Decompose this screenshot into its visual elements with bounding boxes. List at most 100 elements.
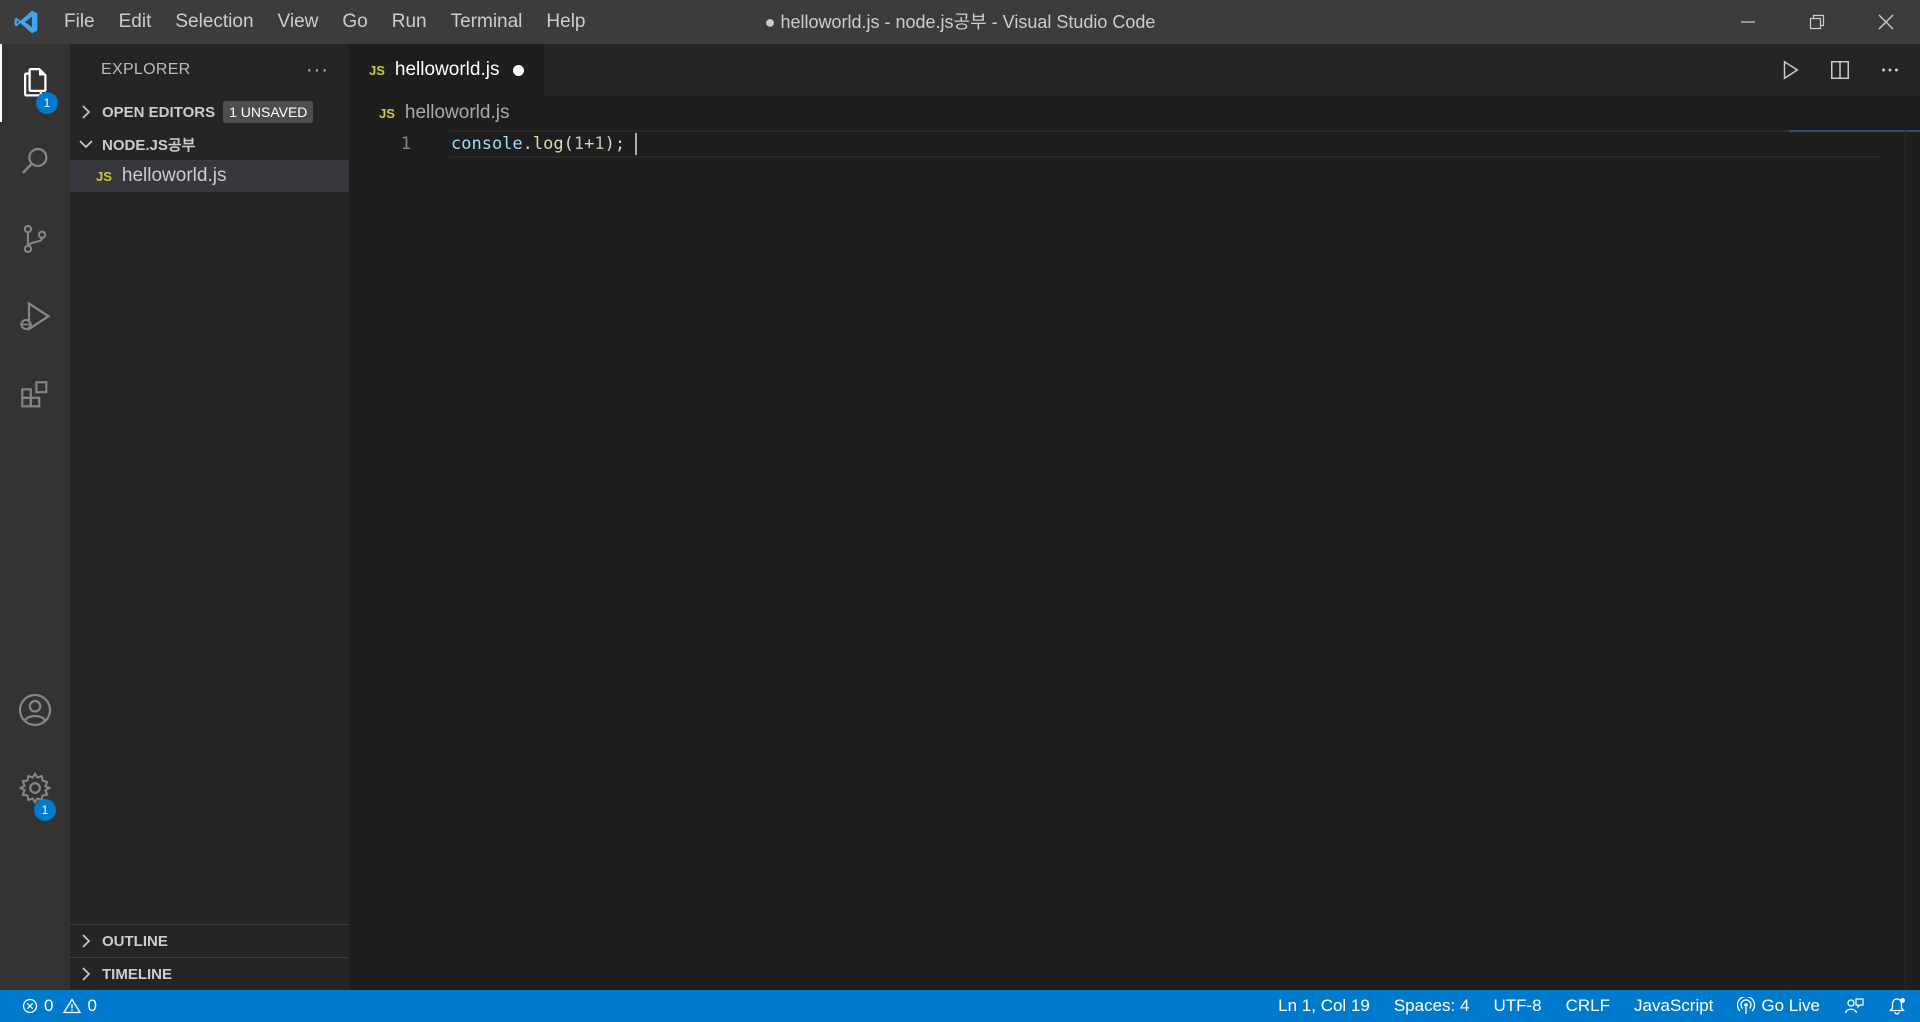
menu-run[interactable]: Run: [380, 0, 439, 44]
notifications-button[interactable]: [1876, 997, 1920, 1015]
split-editor-button[interactable]: [1822, 52, 1858, 88]
file-name: helloworld.js: [121, 165, 227, 186]
open-editors-label: OPEN EDITORS: [102, 103, 216, 121]
minimap-viewport[interactable]: [1789, 130, 1920, 132]
explorer-badge: 1: [36, 92, 58, 114]
text-cursor: [635, 133, 638, 155]
window-controls: [1713, 0, 1920, 44]
broadcast-icon: [1737, 997, 1756, 1014]
menu-view[interactable]: View: [266, 0, 331, 44]
run-button[interactable]: [1772, 52, 1808, 88]
run-debug-icon: [20, 301, 51, 332]
tab-label: helloworld.js: [394, 59, 500, 80]
source-control-icon: [23, 224, 47, 254]
editor-tabs-bar: JS helloworld.js: [349, 44, 1920, 96]
activity-explorer[interactable]: 1: [0, 44, 70, 122]
activity-extensions[interactable]: [0, 356, 70, 434]
feedback-button[interactable]: [1832, 997, 1876, 1015]
menu-help[interactable]: Help: [534, 0, 597, 44]
tab-helloworld[interactable]: JS helloworld.js: [349, 44, 544, 96]
current-line-highlight: [449, 130, 1881, 158]
code-editor[interactable]: 1 console.log(1+1);: [349, 130, 1920, 990]
js-file-icon: JS: [369, 62, 385, 78]
line-number: 1: [400, 134, 411, 154]
chevron-right-icon: [78, 934, 94, 948]
more-icon: [1882, 68, 1898, 72]
unsaved-badge: 1 UNSAVED: [223, 101, 314, 123]
more-actions-button[interactable]: [1872, 52, 1908, 88]
warning-icon: [63, 998, 82, 1014]
unsaved-dot-icon[interactable]: [513, 64, 525, 76]
menu-file[interactable]: File: [52, 0, 107, 44]
token-operator: +: [584, 134, 595, 154]
token-method: log: [532, 134, 564, 154]
explorer-sidebar: EXPLORER ··· OPEN EDITORS 1 UNSAVED NODE…: [70, 44, 349, 990]
file-encoding[interactable]: UTF-8: [1481, 990, 1553, 1022]
menu-bar: File Edit Selection View Go Run Terminal…: [52, 0, 598, 44]
go-live-button[interactable]: Go Live: [1725, 990, 1832, 1022]
warning-count: 0: [87, 996, 97, 1015]
restore-icon: [1809, 14, 1824, 30]
breadcrumb: JS helloworld.js: [349, 96, 1920, 130]
outline-section[interactable]: OUTLINE: [70, 924, 349, 957]
file-item-helloworld[interactable]: JS helloworld.js: [70, 160, 349, 192]
js-file-icon: JS: [96, 168, 112, 184]
code-line[interactable]: console.log(1+1);: [451, 130, 638, 158]
chevron-right-icon: [78, 967, 94, 981]
settings-badge: 1: [34, 799, 56, 821]
account-icon: [18, 693, 52, 727]
sidebar-bottom-sections: OUTLINE TIMELINE: [70, 924, 349, 990]
folder-label: NODE.JS공부: [102, 136, 196, 154]
menu-selection[interactable]: Selection: [163, 0, 265, 44]
activity-run-debug[interactable]: [0, 278, 70, 356]
go-live-label: Go Live: [1761, 996, 1820, 1015]
split-editor-icon: [1831, 61, 1849, 79]
language-mode[interactable]: JavaScript: [1622, 990, 1725, 1022]
js-file-icon: JS: [379, 105, 395, 121]
token-dot: .: [522, 134, 533, 154]
menu-go[interactable]: Go: [330, 0, 379, 44]
open-editors-section[interactable]: OPEN EDITORS 1 UNSAVED: [70, 96, 349, 128]
activity-manage[interactable]: 1: [0, 749, 70, 827]
chevron-down-icon: [78, 139, 94, 149]
status-bar: 0 0 Ln 1, Col 19 Spaces: 4 UTF-8 CRLF Ja…: [0, 990, 1920, 1022]
minimize-button[interactable]: [1713, 0, 1782, 44]
problems-indicator[interactable]: 0 0: [0, 996, 97, 1016]
breadcrumb-file[interactable]: helloworld.js: [405, 102, 510, 124]
chevron-right-icon: [78, 105, 94, 119]
vertical-scrollbar[interactable]: [1905, 130, 1920, 990]
minimize-icon: [1740, 21, 1755, 23]
token-number: 1: [594, 134, 605, 154]
activity-accounts[interactable]: [0, 671, 70, 749]
editor-actions: [1772, 44, 1908, 96]
feedback-icon: [1844, 998, 1864, 1014]
explorer-title: EXPLORER: [101, 61, 191, 78]
run-icon: [1783, 60, 1799, 80]
bell-icon: [1889, 998, 1905, 1015]
error-icon: [22, 998, 38, 1014]
token-close: );: [604, 134, 626, 154]
search-icon: [22, 147, 48, 174]
restore-button[interactable]: [1782, 0, 1851, 44]
menu-terminal[interactable]: Terminal: [439, 0, 535, 44]
close-icon: [1878, 14, 1893, 30]
title-bar: File Edit Selection View Go Run Terminal…: [0, 0, 1920, 44]
status-right: Ln 1, Col 19 Spaces: 4 UTF-8 CRLF JavaSc…: [1266, 990, 1920, 1022]
error-count: 0: [44, 996, 54, 1015]
vscode-logo-icon: [0, 0, 52, 44]
extensions-icon: [21, 381, 48, 408]
timeline-section[interactable]: TIMELINE: [70, 957, 349, 990]
activity-source-control[interactable]: [0, 200, 70, 278]
explorer-header: EXPLORER ···: [70, 44, 349, 96]
cursor-position[interactable]: Ln 1, Col 19: [1266, 990, 1382, 1022]
end-of-line[interactable]: CRLF: [1554, 990, 1622, 1022]
outline-label: OUTLINE: [102, 932, 168, 950]
menu-edit[interactable]: Edit: [107, 0, 164, 44]
close-button[interactable]: [1851, 0, 1920, 44]
timeline-label: TIMELINE: [102, 965, 172, 983]
folder-section[interactable]: NODE.JS공부: [70, 128, 349, 160]
more-actions-button[interactable]: ···: [306, 59, 329, 82]
activity-search[interactable]: [0, 122, 70, 200]
token-object: console: [451, 134, 523, 154]
indentation[interactable]: Spaces: 4: [1382, 990, 1482, 1022]
